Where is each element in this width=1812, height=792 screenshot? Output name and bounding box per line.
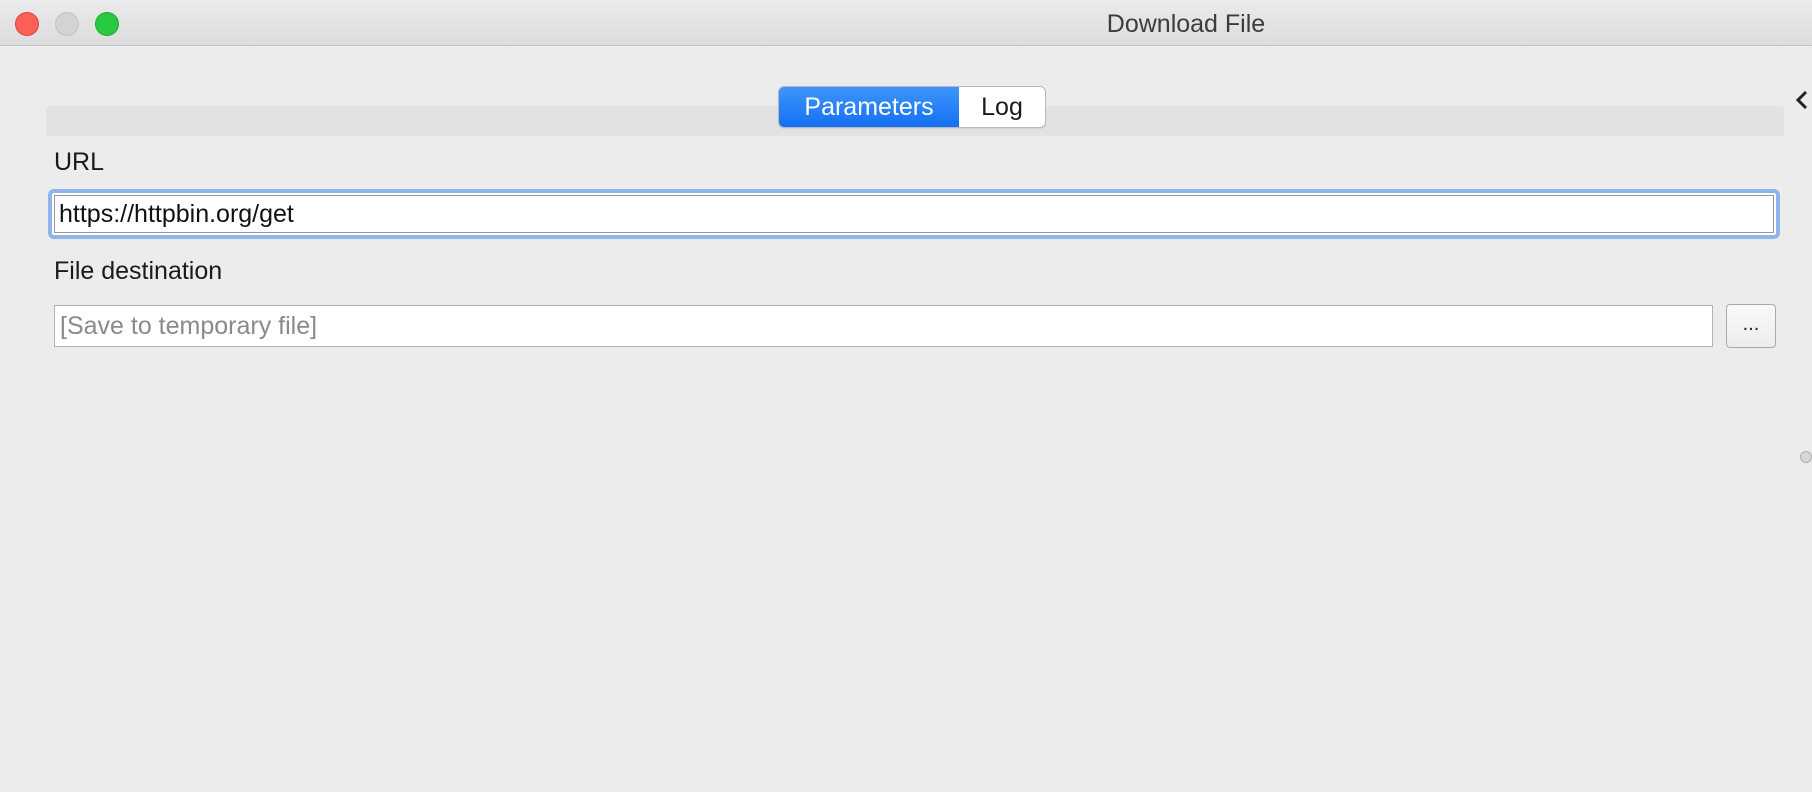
tab-log[interactable]: Log <box>959 87 1045 127</box>
url-field-focus-ring <box>48 189 1780 239</box>
title-bar[interactable]: Download File <box>0 0 1812 46</box>
tab-parameters[interactable]: Parameters <box>779 87 959 127</box>
url-input[interactable] <box>54 195 1774 233</box>
file-destination-input[interactable] <box>54 305 1713 347</box>
splitter-handle[interactable] <box>1800 451 1812 463</box>
url-label: URL <box>54 148 105 176</box>
window-title: Download File <box>1106 10 1266 38</box>
browse-button[interactable]: ... <box>1726 304 1776 348</box>
chevron-left-icon[interactable] <box>1794 88 1810 112</box>
tab-bar: Parameters Log <box>778 86 1046 128</box>
download-file-dialog: Download File Parameters Log URL File de… <box>0 0 1812 792</box>
file-destination-label: File destination <box>54 257 223 285</box>
